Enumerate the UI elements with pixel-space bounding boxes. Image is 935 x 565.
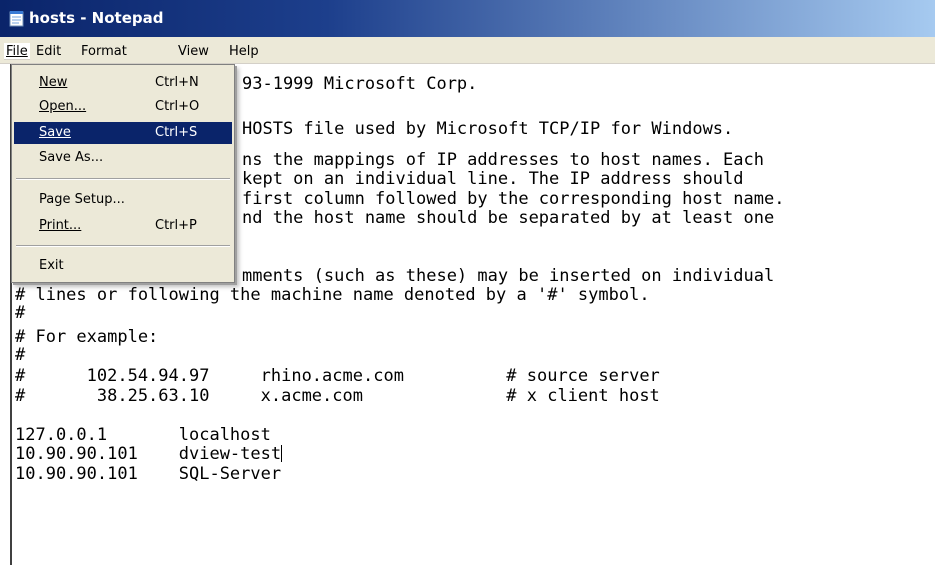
editor-line: # <box>15 303 26 323</box>
menu-edit[interactable]: Edit <box>34 43 63 60</box>
editor-line: mments (such as these) may be inserted o… <box>242 266 775 286</box>
editor-line: # <box>15 345 26 365</box>
menu-item-open-label: Open... <box>39 99 87 114</box>
editor-line: nd the host name should be separated by … <box>242 208 775 228</box>
menu-item-print-label: Print... <box>39 218 82 233</box>
editor-line: ns the mappings of IP addresses to host … <box>242 150 764 170</box>
menu-bar: File Edit Format View Help <box>0 37 935 64</box>
menu-item-new-label: New <box>39 75 68 90</box>
menu-item-print-shortcut: Ctrl+P <box>155 218 197 233</box>
menu-file[interactable]: File <box>4 43 30 60</box>
menu-item-new-shortcut: Ctrl+N <box>155 75 199 90</box>
menu-separator <box>16 245 230 247</box>
menu-view-label: View <box>178 44 209 59</box>
title-bar[interactable]: hosts - Notepad <box>0 0 935 37</box>
editor-line: 93-1999 Microsoft Corp. <box>242 74 478 94</box>
menu-file-label: File <box>6 44 28 59</box>
menu-item-save[interactable]: Save Ctrl+S <box>14 122 232 144</box>
editor-line-text: 10.90.90.101 dview-test <box>15 444 282 464</box>
menu-item-exit[interactable]: Exit <box>14 255 232 277</box>
menu-format[interactable]: Format <box>79 43 129 60</box>
editor-line: HOSTS file used by Microsoft TCP/IP for … <box>242 119 734 139</box>
editor-line: # For example: <box>15 327 159 347</box>
menu-item-save-as[interactable]: Save As... <box>14 147 232 169</box>
menu-item-print[interactable]: Print... Ctrl+P <box>14 215 232 237</box>
window-title: hosts - Notepad <box>29 9 164 27</box>
menu-item-open[interactable]: Open... Ctrl+O <box>14 96 232 118</box>
text-caret <box>281 445 283 462</box>
file-menu-dropdown: New Ctrl+N Open... Ctrl+O Save Ctrl+S Sa… <box>11 64 235 283</box>
editor-line-with-caret: 10.90.90.101 dview-test <box>15 444 283 464</box>
editor-line: 10.90.90.101 SQL-Server <box>15 464 282 484</box>
menu-item-exit-label: Exit <box>39 258 64 273</box>
menu-item-save-label: Save <box>39 125 71 140</box>
menu-item-page-setup-label: Page Setup... <box>39 192 125 207</box>
menu-format-label: Format <box>81 44 127 59</box>
editor-line: # 102.54.94.97 rhino.acme.com # source s… <box>15 366 660 386</box>
menu-item-save-shortcut: Ctrl+S <box>155 125 198 140</box>
editor-line: kept on an individual line. The IP addre… <box>242 169 744 189</box>
menu-help[interactable]: Help <box>227 43 261 60</box>
menu-item-save-as-label: Save As... <box>39 150 104 165</box>
menu-item-open-shortcut: Ctrl+O <box>155 99 200 114</box>
menu-edit-label: Edit <box>36 44 62 59</box>
menu-view[interactable]: View <box>176 43 211 60</box>
menu-separator <box>16 178 230 180</box>
notepad-icon <box>9 10 25 27</box>
editor-line: first column followed by the correspondi… <box>242 189 785 209</box>
editor-line: # 38.25.63.10 x.acme.com # x client host <box>15 386 660 406</box>
menu-item-page-setup[interactable]: Page Setup... <box>14 189 232 211</box>
editor-line: 127.0.0.1 localhost <box>15 425 271 445</box>
menu-item-new[interactable]: New Ctrl+N <box>14 72 232 94</box>
editor-line: # lines or following the machine name de… <box>15 285 650 305</box>
menu-help-label: Help <box>229 44 259 59</box>
